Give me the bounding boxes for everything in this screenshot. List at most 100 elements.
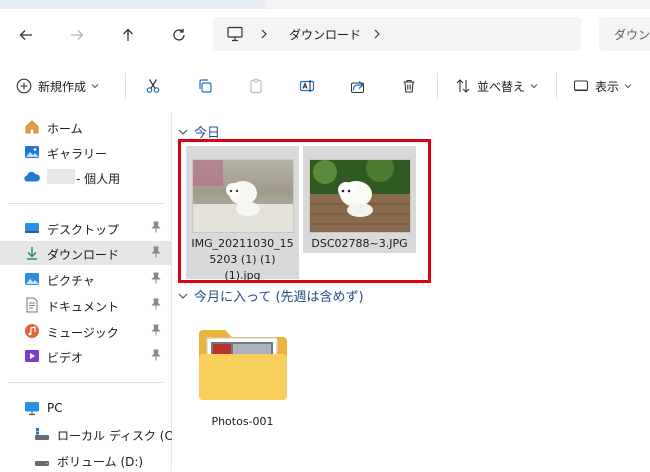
sidebar-item-label: ドキュメント <box>47 300 120 314</box>
search-input[interactable]: ダウンロ <box>599 17 650 51</box>
sidebar-item-label: ピクチャ <box>47 274 95 288</box>
drive-icon <box>35 461 49 466</box>
sidebar-item-drive-c[interactable]: ローカル ディスク (C:) <box>0 422 182 446</box>
navigation-pane: ホーム ギャラリー - 個人用 デスクトップ ダウンロード ピクチャ ドキュメン… <box>0 112 182 472</box>
command-bar: 新規作成 並べ替え 表示 <box>0 59 650 113</box>
sidebar-item-label: ローカル ディスク (C:) <box>57 429 182 443</box>
search-placeholder: ダウンロ <box>614 28 650 42</box>
gallery-icon <box>25 146 39 158</box>
sidebar-item-label: ギャラリー <box>47 147 108 161</box>
folder-name-line: Photos-001 <box>211 415 274 428</box>
back-button[interactable] <box>12 21 40 49</box>
chevron-down-icon <box>178 293 188 299</box>
address-current-folder[interactable]: ダウンロード <box>289 26 361 43</box>
sidebar-divider <box>8 203 164 204</box>
sidebar-item-label: ミュージック <box>47 326 119 340</box>
refresh-icon <box>173 28 185 41</box>
arrow-right-icon <box>71 30 84 40</box>
sort-button[interactable]: 並べ替え <box>455 73 538 99</box>
computer-icon <box>227 26 243 42</box>
share-button[interactable] <box>350 73 366 99</box>
pin-icon[interactable] <box>151 221 161 236</box>
view-button-label: 表示 <box>595 79 620 94</box>
pictures-icon <box>25 273 39 285</box>
sidebar-item-label: ビデオ <box>47 351 84 365</box>
sidebar-item-videos[interactable]: ビデオ <box>0 344 171 368</box>
arrow-left-icon <box>19 30 32 40</box>
desktop-icon <box>25 223 39 233</box>
video-icon <box>25 350 39 362</box>
sort-button-label: 並べ替え <box>477 79 526 94</box>
chevron-down-icon <box>624 84 632 89</box>
clipboard-icon <box>250 78 262 94</box>
toolbar-divider <box>125 73 126 99</box>
navigation-bar: ダウンロード ダウンロ <box>0 9 650 59</box>
pin-icon[interactable] <box>151 324 161 339</box>
folder-item[interactable]: Photos-001 <box>186 314 299 434</box>
sidebar-item-music[interactable]: ミュージック <box>0 319 171 343</box>
copy-icon <box>199 79 212 93</box>
tab-strip <box>0 0 650 9</box>
music-icon <box>25 324 39 338</box>
sidebar-item-label: - 個人用 <box>76 172 121 186</box>
home-icon <box>25 120 39 134</box>
view-button[interactable]: 表示 <box>573 73 632 99</box>
address-bar[interactable]: ダウンロード <box>213 17 581 51</box>
rename-icon <box>299 80 315 92</box>
chevron-down-icon <box>178 129 188 135</box>
drive-icon <box>35 428 49 440</box>
toolbar-divider <box>437 73 438 99</box>
toolbar-divider <box>556 73 557 99</box>
sidebar-divider <box>8 382 164 383</box>
sidebar-item-home[interactable]: ホーム <box>0 115 171 139</box>
sidebar-item-label: PC <box>47 401 63 415</box>
sidebar-item-label: デスクトップ <box>47 223 120 237</box>
new-button-label: 新規作成 <box>38 79 87 94</box>
sidebar-item-downloads[interactable]: ダウンロード <box>0 241 171 265</box>
scissors-icon <box>146 79 160 93</box>
trash-icon <box>403 79 415 93</box>
pin-icon[interactable] <box>151 298 161 313</box>
highlight-box <box>178 139 431 283</box>
chevron-right-icon <box>261 29 267 39</box>
rename-button[interactable] <box>299 73 315 99</box>
sidebar-item-this-pc[interactable]: PC <box>0 396 171 420</box>
sidebar-item-pictures[interactable]: ピクチャ <box>0 267 171 291</box>
redacted-name <box>47 169 75 184</box>
sidebar-item-gallery[interactable]: ギャラリー <box>0 140 171 164</box>
sort-icon <box>456 79 470 93</box>
pin-icon[interactable] <box>151 349 161 364</box>
sidebar-item-desktop[interactable]: デスクトップ <box>0 216 171 240</box>
paste-button[interactable] <box>248 73 264 99</box>
chevron-right-icon[interactable] <box>373 29 381 39</box>
sidebar-item-onedrive[interactable]: - 個人用 <box>0 165 171 189</box>
folder-icon <box>199 330 287 400</box>
plus-circle-icon <box>16 78 32 94</box>
sidebar-item-label: ダウンロード <box>47 248 120 262</box>
up-button[interactable] <box>114 21 142 49</box>
refresh-button[interactable] <box>165 21 193 49</box>
chevron-down-icon <box>91 84 99 89</box>
folder-name: Photos-001 <box>186 414 299 430</box>
onedrive-icon <box>24 171 40 182</box>
forward-button[interactable] <box>63 21 91 49</box>
sidebar-item-drive-d[interactable]: ボリューム (D:) <box>0 448 171 472</box>
chevron-down-icon <box>530 84 538 89</box>
share-icon <box>351 81 364 93</box>
copy-button[interactable] <box>197 73 213 99</box>
sidebar-item-documents[interactable]: ドキュメント <box>0 293 171 317</box>
cut-button[interactable] <box>145 73 161 99</box>
pin-icon[interactable] <box>151 272 161 287</box>
group-header-this-month[interactable]: 今月に入って (先週は含めず) <box>178 286 364 305</box>
sidebar-item-label: ホーム <box>47 122 83 136</box>
pin-icon[interactable] <box>151 246 161 261</box>
pc-icon <box>25 402 39 416</box>
delete-button[interactable] <box>401 73 417 99</box>
documents-icon <box>26 297 38 313</box>
view-icon <box>573 80 589 92</box>
new-button[interactable]: 新規作成 <box>16 73 99 99</box>
sidebar-item-label: ボリューム (D:) <box>57 455 144 469</box>
arrow-up-icon <box>123 28 133 41</box>
group-header-label: 今月に入って (先週は含めず) <box>194 290 364 305</box>
download-icon <box>27 247 37 260</box>
